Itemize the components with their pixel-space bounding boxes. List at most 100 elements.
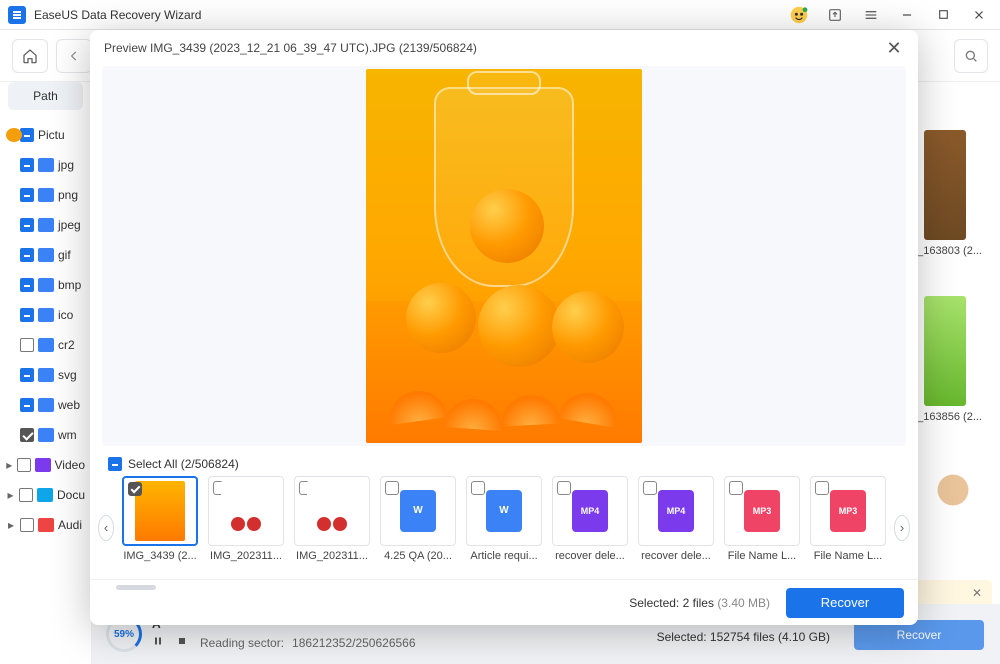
- maximize-button[interactable]: [934, 6, 952, 24]
- tree-row[interactable]: jpg: [6, 150, 85, 180]
- tree-row[interactable]: png: [6, 180, 85, 210]
- path-tab[interactable]: Path: [8, 82, 83, 110]
- thumbnail[interactable]: MP3: [810, 476, 886, 546]
- tree-checkbox[interactable]: [20, 368, 34, 382]
- select-all-checkbox[interactable]: [108, 457, 122, 471]
- share-icon[interactable]: [826, 6, 844, 24]
- thumbnail-checkbox[interactable]: [385, 481, 399, 495]
- menu-icon[interactable]: [862, 6, 880, 24]
- tree-checkbox[interactable]: [20, 518, 34, 532]
- caret-icon: ▸: [6, 460, 13, 470]
- tree-checkbox[interactable]: [20, 398, 34, 412]
- thumbnail[interactable]: [208, 476, 284, 546]
- tree-checkbox[interactable]: [20, 248, 34, 262]
- folder-icon: [38, 368, 54, 382]
- tree-checkbox[interactable]: [20, 188, 34, 202]
- thumbnail[interactable]: MP4: [638, 476, 714, 546]
- thumbnail[interactable]: W: [380, 476, 456, 546]
- tree-row[interactable]: svg: [6, 360, 85, 390]
- grid-thumbnail[interactable]: [924, 130, 966, 240]
- tree-checkbox[interactable]: [20, 428, 34, 442]
- tree-label: web: [58, 398, 80, 412]
- tree-row[interactable]: cr2: [6, 330, 85, 360]
- tree-label: jpg: [58, 158, 74, 172]
- tree-row[interactable]: gif: [6, 240, 85, 270]
- thumbnail-strip: ‹ IMG_3439 (2...IMG_202311...IMG_202311.…: [90, 476, 918, 579]
- grid-thumbnail[interactable]: [924, 296, 966, 406]
- tree-label: Pictu: [38, 128, 65, 142]
- thumbnail-checkbox[interactable]: [128, 482, 142, 496]
- tree-row[interactable]: ▸ Docu: [6, 480, 85, 510]
- search-button[interactable]: [954, 39, 988, 73]
- caret-icon: ▸: [6, 490, 15, 500]
- thumbnail[interactable]: [122, 476, 198, 546]
- folder-icon: [38, 248, 54, 262]
- tree-row[interactable]: bmp: [6, 270, 85, 300]
- mp3-file-icon: MP3: [830, 490, 866, 532]
- grid-thumbnail[interactable]: [924, 466, 982, 506]
- reading-sector-value: 186212352/250626566: [292, 636, 415, 650]
- thumbnail-checkbox[interactable]: [815, 481, 829, 495]
- tree-label: svg: [58, 368, 77, 382]
- close-button[interactable]: [970, 6, 988, 24]
- preview-image: [366, 69, 642, 443]
- tree-row[interactable]: ▸Video: [6, 450, 85, 480]
- sidebar: Path ▸Pictujpgpngjpeggifbmpicocr2svgwebw…: [0, 82, 92, 664]
- thumbnail-label: IMG_202311...: [292, 550, 372, 562]
- select-all-label: Select All (2/506824): [128, 457, 239, 471]
- grid-thumbnail-label: _163803 (2...: [917, 245, 982, 257]
- info-banner-close[interactable]: ✕: [972, 586, 982, 600]
- tree-checkbox[interactable]: [17, 458, 31, 472]
- tree-checkbox[interactable]: [20, 158, 34, 172]
- folder-icon: [38, 278, 54, 292]
- tree-label: gif: [58, 248, 71, 262]
- tree-checkbox[interactable]: [20, 218, 34, 232]
- thumbnail[interactable]: MP3: [724, 476, 800, 546]
- tree-checkbox[interactable]: [20, 338, 34, 352]
- tree-row[interactable]: wm: [6, 420, 85, 450]
- thumbnail[interactable]: MP4: [552, 476, 628, 546]
- folder-icon: [35, 458, 51, 472]
- select-all-row[interactable]: Select All (2/506824): [90, 452, 918, 476]
- tree-checkbox[interactable]: [19, 488, 33, 502]
- tree-row[interactable]: ico: [6, 300, 85, 330]
- app-title: EaseUS Data Recovery Wizard: [34, 8, 790, 22]
- tree-label: ico: [58, 308, 73, 322]
- tree-label: cr2: [58, 338, 75, 352]
- tree-checkbox[interactable]: [20, 128, 34, 142]
- stop-icon[interactable]: [176, 635, 192, 651]
- back-button[interactable]: [56, 39, 92, 73]
- thumbnail[interactable]: [294, 476, 370, 546]
- tree-row[interactable]: ▸Pictu: [6, 120, 85, 150]
- thumbnail-label: File Name L...: [808, 550, 888, 562]
- tree-row[interactable]: jpeg: [6, 210, 85, 240]
- thumbnail-label: IMG_3439 (2...: [120, 550, 200, 562]
- tree-checkbox[interactable]: [20, 278, 34, 292]
- strip-prev-button[interactable]: ‹: [98, 515, 114, 541]
- selected-info: Selected: 2 files (3.40 MB): [629, 596, 770, 610]
- bg-selected-label: Selected: 152754 files (4.10 GB): [657, 630, 830, 644]
- minimize-button[interactable]: [898, 6, 916, 24]
- thumbnail-checkbox[interactable]: [471, 481, 485, 495]
- strip-next-button[interactable]: ›: [894, 515, 910, 541]
- app-logo: [8, 6, 26, 24]
- thumbnail[interactable]: W: [466, 476, 542, 546]
- modal-footer: Selected: 2 files (3.40 MB) Recover: [90, 579, 918, 625]
- thumbnail-checkbox[interactable]: [729, 481, 743, 495]
- reading-sector-label: Reading sector:: [200, 636, 284, 650]
- recover-button[interactable]: Recover: [786, 588, 904, 618]
- tree-row[interactable]: ▸Audi: [6, 510, 85, 540]
- modal-close-button[interactable]: ✕: [884, 38, 904, 58]
- tree-row[interactable]: web: [6, 390, 85, 420]
- thumbnail-label: recover dele...: [636, 550, 716, 562]
- folder-icon: [38, 428, 54, 442]
- image-icon: [221, 481, 271, 541]
- thumbnail-checkbox[interactable]: [557, 481, 571, 495]
- thumbnail-checkbox[interactable]: [643, 481, 657, 495]
- pause-icon[interactable]: [152, 635, 168, 651]
- account-icon[interactable]: [790, 6, 808, 24]
- tree-checkbox[interactable]: [20, 308, 34, 322]
- tree-label: Docu: [57, 488, 85, 502]
- home-button[interactable]: [12, 39, 48, 73]
- strip-scrollbar[interactable]: [116, 585, 156, 590]
